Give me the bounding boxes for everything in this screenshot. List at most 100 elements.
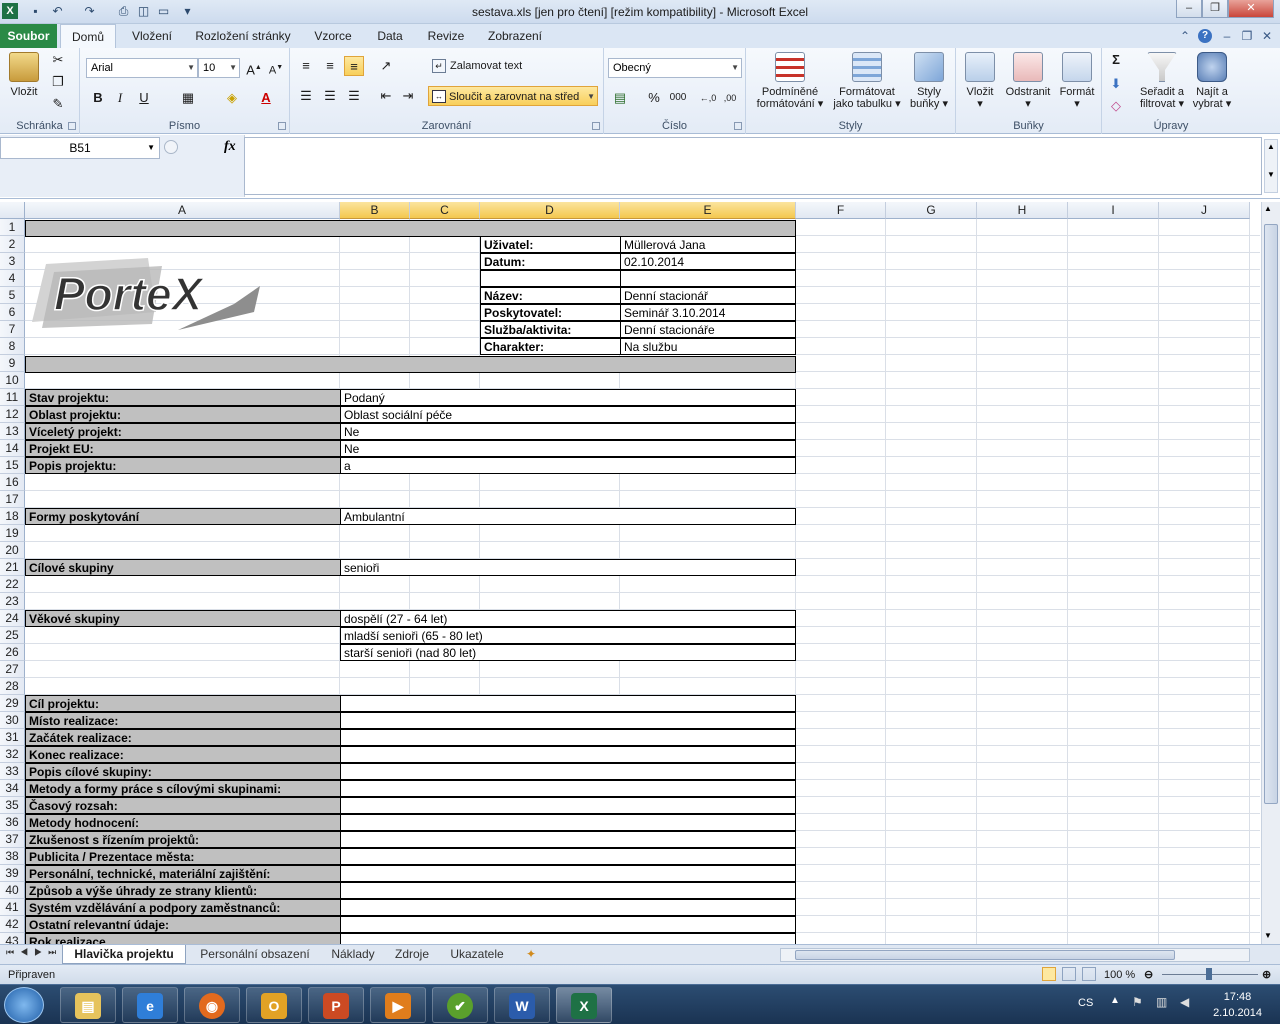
detail-label[interactable]: Způsob a výše úhrady ze strany klientů: xyxy=(25,882,341,899)
detail-label[interactable]: Rok realizace xyxy=(25,933,341,944)
workbook-minimize-icon[interactable]: – xyxy=(1220,29,1234,43)
format-cells-button[interactable]: Formát ▾ xyxy=(1054,52,1100,110)
taskbar-app-green[interactable]: ✔ xyxy=(432,987,488,1023)
row-header[interactable]: 35 xyxy=(0,797,25,814)
increase-indent-icon[interactable]: ⇥ xyxy=(398,86,418,106)
orientation-icon[interactable]: ↗ xyxy=(376,56,396,76)
row-header[interactable]: 7 xyxy=(0,321,25,338)
number-launcher-icon[interactable] xyxy=(734,122,742,130)
page-break-view-icon[interactable] xyxy=(1082,967,1096,981)
action-center-flag-icon[interactable]: ⚑ xyxy=(1132,995,1143,1009)
volume-icon[interactable]: ◀ xyxy=(1180,995,1189,1009)
project-value[interactable]: Ne xyxy=(340,440,796,457)
fill-icon[interactable]: ⬇ xyxy=(1106,74,1126,94)
restore-button[interactable]: ❐ xyxy=(1202,0,1228,18)
sheet-nav-icons[interactable]: ⏮◀▶⏭ xyxy=(6,947,62,958)
row-header[interactable]: 37 xyxy=(0,831,25,848)
info-value[interactable]: Denní stacionář xyxy=(620,287,796,304)
row-header[interactable]: 28 xyxy=(0,678,25,695)
project-label[interactable]: Víceletý projekt: xyxy=(25,423,341,440)
tab-home[interactable]: Domů xyxy=(60,24,116,49)
align-right-icon[interactable]: ☰ xyxy=(344,86,364,106)
horizontal-scroll-thumb[interactable] xyxy=(795,950,1175,960)
detail-value[interactable] xyxy=(340,763,796,780)
percent-icon[interactable]: % xyxy=(644,88,664,108)
italic-icon[interactable]: I xyxy=(110,88,130,108)
column-header-g[interactable]: G xyxy=(886,202,977,219)
bold-icon[interactable]: B xyxy=(88,88,108,108)
row-header[interactable]: 21 xyxy=(0,559,25,576)
row-header[interactable]: 27 xyxy=(0,661,25,678)
detail-label[interactable]: Cíl projektu: xyxy=(25,695,341,712)
age-group-value[interactable]: mladší senioři (65 - 80 let) xyxy=(340,627,796,644)
increase-decimal-icon[interactable]: ←,0 xyxy=(698,88,718,108)
cut-icon[interactable]: ✂ xyxy=(48,50,68,70)
row-header[interactable]: 24 xyxy=(0,610,25,627)
detail-value[interactable] xyxy=(340,729,796,746)
formula-expand-icon[interactable]: ▲ ▼ xyxy=(1264,139,1278,193)
project-value[interactable]: Podaný xyxy=(340,389,796,406)
start-button[interactable] xyxy=(4,987,44,1023)
paste-button[interactable]: Vložit xyxy=(4,52,44,98)
detail-value[interactable] xyxy=(340,797,796,814)
info-value[interactable]: Müllerová Jana xyxy=(620,236,796,253)
info-label[interactable]: Služba/aktivita: xyxy=(480,321,621,338)
detail-value[interactable] xyxy=(340,831,796,848)
info-label[interactable]: Název: xyxy=(480,287,621,304)
font-name-select[interactable]: Arial ▼ xyxy=(86,58,198,78)
sheet-tab-ukazatele[interactable]: Ukazatele xyxy=(444,945,510,964)
align-center-icon[interactable]: ☰ xyxy=(320,86,340,106)
align-top-icon[interactable]: ≡ xyxy=(296,56,316,76)
detail-label[interactable]: Konec realizace: xyxy=(25,746,341,763)
copy-icon[interactable]: ❐ xyxy=(48,72,68,92)
row-header[interactable]: 22 xyxy=(0,576,25,593)
zoom-slider-thumb[interactable] xyxy=(1206,968,1212,980)
taskbar-media-player[interactable]: ▶ xyxy=(370,987,426,1023)
detail-label[interactable]: Časový rozsah: xyxy=(25,797,341,814)
workbook-close-icon[interactable]: ✕ xyxy=(1260,29,1274,43)
delete-cells-button[interactable]: Odstranit ▾ xyxy=(1002,52,1054,110)
row-header[interactable]: 17 xyxy=(0,491,25,508)
format-painter-icon[interactable]: ✎ xyxy=(48,94,68,114)
sort-filter-button[interactable]: Seřadit a filtrovat ▾ xyxy=(1136,52,1188,110)
underline-icon[interactable]: U xyxy=(134,88,154,108)
align-middle-icon[interactable]: ≡ xyxy=(320,56,340,76)
sheet-tab-personalni[interactable]: Personální obsazení xyxy=(192,945,318,964)
project-value[interactable]: a xyxy=(340,457,796,474)
column-header-d[interactable]: D xyxy=(480,202,620,219)
info-value[interactable] xyxy=(620,270,796,287)
font-launcher-icon[interactable] xyxy=(278,122,286,130)
decrease-decimal-icon[interactable]: ,00 xyxy=(720,88,740,108)
row-header[interactable]: 12 xyxy=(0,406,25,423)
column-header-c[interactable]: C xyxy=(410,202,480,219)
alignment-launcher-icon[interactable] xyxy=(592,122,600,130)
project-value[interactable]: Oblast sociální péče xyxy=(340,406,796,423)
number-format-select[interactable]: Obecný ▼ xyxy=(608,58,742,78)
tab-data[interactable]: Data xyxy=(366,24,414,48)
row-header[interactable]: 38 xyxy=(0,848,25,865)
row-header[interactable]: 39 xyxy=(0,865,25,882)
merge-center-button[interactable]: ↔ Sloučit a zarovnat na střed ▼ xyxy=(428,86,598,106)
info-value[interactable]: Denní stacionáře xyxy=(620,321,796,338)
detail-value[interactable] xyxy=(340,712,796,729)
formula-bar-resize-icon[interactable] xyxy=(164,140,178,154)
detail-value[interactable] xyxy=(340,865,796,882)
targets-value[interactable]: senioři xyxy=(340,559,796,576)
detail-value[interactable] xyxy=(340,882,796,899)
row-header[interactable]: 30 xyxy=(0,712,25,729)
row-header[interactable]: 1 xyxy=(0,219,25,236)
row-header[interactable]: 20 xyxy=(0,542,25,559)
row-header[interactable]: 9 xyxy=(0,355,25,372)
info-value[interactable]: 02.10.2014 xyxy=(620,253,796,270)
row-header[interactable]: 2 xyxy=(0,236,25,253)
taskbar-word[interactable]: W xyxy=(494,987,550,1023)
help-icon[interactable]: ? xyxy=(1198,29,1212,43)
taskbar-excel[interactable]: X xyxy=(556,987,612,1023)
detail-label[interactable]: Systém vzdělávání a podpory zaměstnanců: xyxy=(25,899,341,916)
worksheet-grid[interactable]: ABCDEFGHIJ 1 2 3 4 5 6 7 8 9 10 11 12 13 14 15 16 17 18 19… xyxy=(0,202,1260,944)
horizontal-scrollbar[interactable] xyxy=(780,948,1250,962)
detail-label[interactable]: Zkušenost s řízením projektů: xyxy=(25,831,341,848)
row-header[interactable]: 16 xyxy=(0,474,25,491)
detail-value[interactable] xyxy=(340,780,796,797)
info-label[interactable]: Charakter: xyxy=(480,338,621,355)
